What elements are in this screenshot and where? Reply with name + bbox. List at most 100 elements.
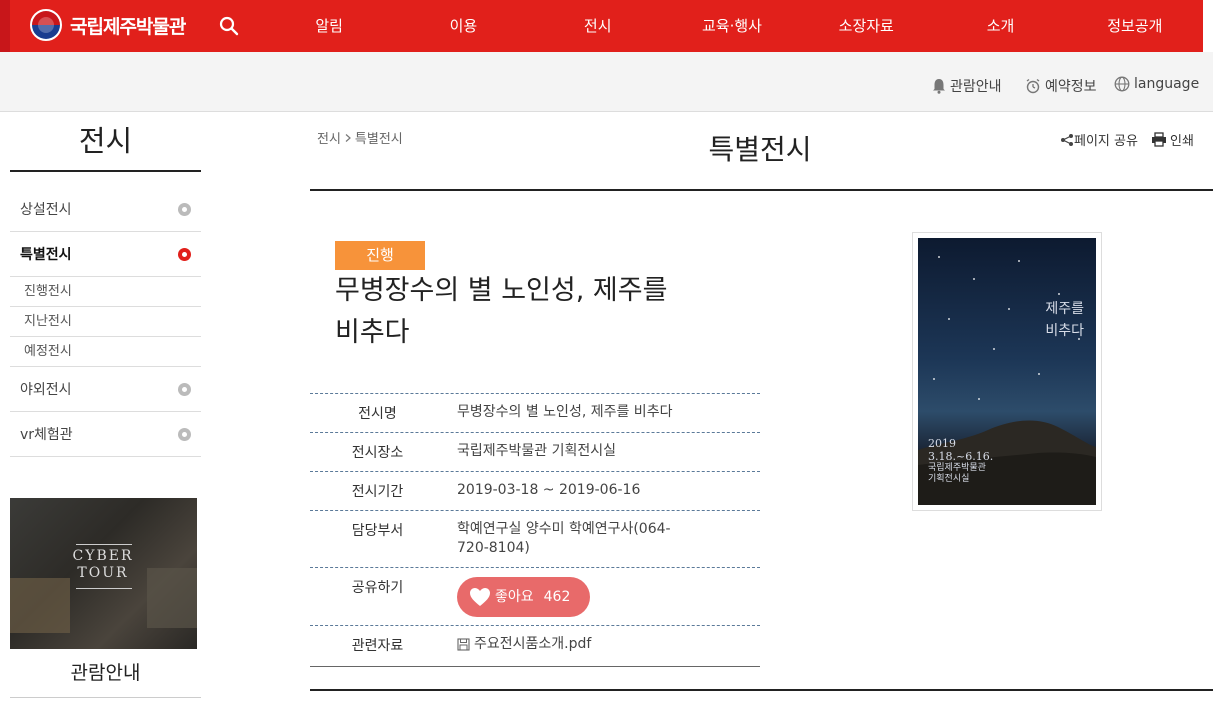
circle-dot-active-icon	[178, 247, 191, 261]
poster-title-line1: 제주를	[1045, 301, 1084, 317]
content-bottom-divider	[310, 689, 1213, 691]
info-value: 좋아요 462	[445, 568, 760, 625]
heart-icon	[470, 588, 490, 606]
exhibition-title: 무병장수의 별 노인성, 제주를 비추다	[335, 270, 715, 354]
sidebar-item-permanent[interactable]: 상설전시	[10, 187, 201, 232]
share-label: 페이지 공유	[1074, 134, 1138, 149]
poster-date-range: 3.18.~6.16.	[928, 450, 994, 463]
info-value: 무병장수의 별 노인성, 제주를 비추다	[457, 404, 673, 420]
top-bar-left-strip	[0, 0, 10, 52]
reservation-label: 예약정보	[1045, 79, 1097, 95]
alarm-clock-icon	[1026, 78, 1040, 94]
visitor-guide-link[interactable]: 관람안내	[10, 650, 201, 698]
poster-year: 2019	[928, 437, 956, 450]
pdf-download-link[interactable]: 주요전시품소개.pdf	[457, 635, 591, 654]
sidebar-item-special[interactable]: 특별전시	[10, 232, 201, 277]
sidebar-title: 전시	[10, 118, 201, 172]
info-label: 전시장소	[351, 445, 404, 461]
exhibition-poster[interactable]: 제주를 비추다 2019 3.18.~6.16. 국립제주박물관 기획전시실	[912, 232, 1102, 511]
chevron-right-icon	[345, 133, 351, 142]
poster-title: 제주를 비추다	[1045, 298, 1084, 342]
poster-room: 기획전시실	[928, 474, 970, 484]
nav-item-collection[interactable]: 소장자료	[799, 0, 933, 52]
like-label: 좋아요	[495, 588, 534, 605]
cyber-line-1: CYBER	[72, 548, 134, 564]
breadcrumb-item[interactable]: 특별전시	[355, 128, 403, 147]
circle-dot-icon	[178, 382, 191, 396]
info-row-period: 전시기간 2019-03-18 ~ 2019-06-16	[310, 471, 760, 510]
poster-date: 2019 3.18.~6.16. 국립제주박물관 기획전시실	[928, 437, 993, 485]
floppy-disk-icon	[457, 638, 470, 651]
info-row-materials: 관련자료 주요전시품소개.pdf	[310, 625, 760, 667]
poster-venue: 국립제주박물관	[928, 463, 986, 473]
nav-item-use[interactable]: 이용	[396, 0, 530, 52]
circle-dot-icon	[178, 202, 191, 216]
breadcrumb-item[interactable]: 전시	[317, 128, 341, 147]
print-label: 인쇄	[1170, 134, 1194, 149]
cyber-tour-text: CYBER TOUR	[68, 548, 138, 582]
reservation-link[interactable]: 예약정보	[1025, 76, 1097, 96]
sidebar-menu: 상설전시 특별전시 진행전시 지난전시 예정전시 야외전시 vr체험관	[10, 187, 201, 457]
info-label: 전시기간	[351, 484, 404, 500]
info-value: 국립제주박물관 기획전시실	[457, 443, 617, 459]
status-badge: 진행	[335, 241, 425, 270]
sidebar-item-label: vr체험관	[20, 427, 73, 443]
share-page-button[interactable]: 페이지 공유	[1060, 130, 1138, 149]
info-row-name: 전시명 무병장수의 별 노인성, 제주를 비추다	[310, 393, 760, 432]
guide-label: 관람안내	[950, 79, 1002, 95]
like-count: 462	[543, 588, 571, 605]
content-top-divider	[310, 189, 1213, 191]
info-row-department: 담당부서 학예연구실 양수미 학예연구사(064-720-8104)	[310, 510, 760, 567]
share-icon	[1061, 133, 1073, 146]
info-value: 2019-03-18 ~ 2019-06-16	[457, 482, 641, 498]
poster-title-line2: 비추다	[1045, 323, 1084, 339]
search-icon[interactable]	[219, 16, 239, 36]
nav-item-education[interactable]: 교육·행사	[665, 0, 799, 52]
sidebar-subitem-current[interactable]: 진행전시	[10, 277, 201, 307]
nav-item-notice[interactable]: 알림	[262, 0, 396, 52]
poster-image: 제주를 비추다 2019 3.18.~6.16. 국립제주박물관 기획전시실	[918, 238, 1096, 505]
sidebar-item-label: 상설전시	[20, 202, 72, 218]
museum-logo[interactable]: 국립제주박물관	[30, 9, 186, 41]
sidebar-subitem-upcoming[interactable]: 예정전시	[10, 337, 201, 367]
info-row-venue: 전시장소 국립제주박물관 기획전시실	[310, 432, 760, 471]
sidebar-subitem-past[interactable]: 지난전시	[10, 307, 201, 337]
sidebar-item-vr[interactable]: vr체험관	[10, 412, 201, 457]
nav-item-disclosure[interactable]: 정보공개	[1068, 0, 1202, 52]
exhibition-title-line1: 무병장수의 별 노인성, 제주를	[335, 275, 668, 306]
like-button[interactable]: 좋아요 462	[457, 577, 591, 617]
page-title: 특별전시	[708, 133, 812, 166]
emblem-icon	[30, 9, 62, 41]
logo-text: 국립제주박물관	[70, 15, 186, 38]
print-button[interactable]: 인쇄	[1151, 130, 1194, 149]
top-nav-bar: 국립제주박물관 알림 이용 전시 교육·행사 소장자료 소개 정보공개	[0, 0, 1213, 52]
nav-item-about[interactable]: 소개	[933, 0, 1067, 52]
circle-dot-icon	[178, 427, 191, 441]
sidebar-item-label: 특별전시	[20, 247, 72, 263]
main-nav: 알림 이용 전시 교육·행사 소장자료 소개 정보공개	[262, 0, 1202, 52]
exhibition-title-line2: 비추다	[335, 317, 410, 348]
guide-link[interactable]: 관람안내	[932, 76, 1002, 96]
cyber-tour-banner[interactable]: CYBER TOUR	[10, 498, 197, 649]
sidebar-item-outdoor[interactable]: 야외전시	[10, 367, 201, 412]
exhibition-info-table: 전시명 무병장수의 별 노인성, 제주를 비추다 전시장소 국립제주박물관 기획…	[310, 393, 760, 667]
info-value: 주요전시품소개.pdf	[445, 626, 760, 666]
bell-icon	[933, 79, 945, 94]
globe-icon	[1114, 76, 1130, 92]
top-bar-right-strip	[1203, 0, 1213, 52]
info-value: 학예연구실 양수미 학예연구사(064-720-8104)	[457, 521, 671, 556]
info-label: 관련자료	[351, 638, 404, 654]
info-label: 담당부서	[351, 523, 404, 539]
cyber-line-2: TOUR	[77, 565, 129, 581]
language-link[interactable]: language	[1114, 76, 1199, 92]
nav-item-exhibition[interactable]: 전시	[531, 0, 665, 52]
sidebar-item-label: 야외전시	[20, 382, 72, 398]
utility-bar: 관람안내 예약정보 language	[0, 52, 1213, 112]
info-label: 공유하기	[351, 580, 404, 596]
info-label: 전시명	[358, 406, 397, 422]
breadcrumb: 전시 특별전시	[317, 128, 403, 147]
language-label: language	[1134, 76, 1200, 92]
pdf-filename: 주요전시품소개.pdf	[474, 636, 592, 652]
info-row-share: 공유하기 좋아요 462	[310, 567, 760, 625]
printer-icon	[1152, 132, 1166, 147]
